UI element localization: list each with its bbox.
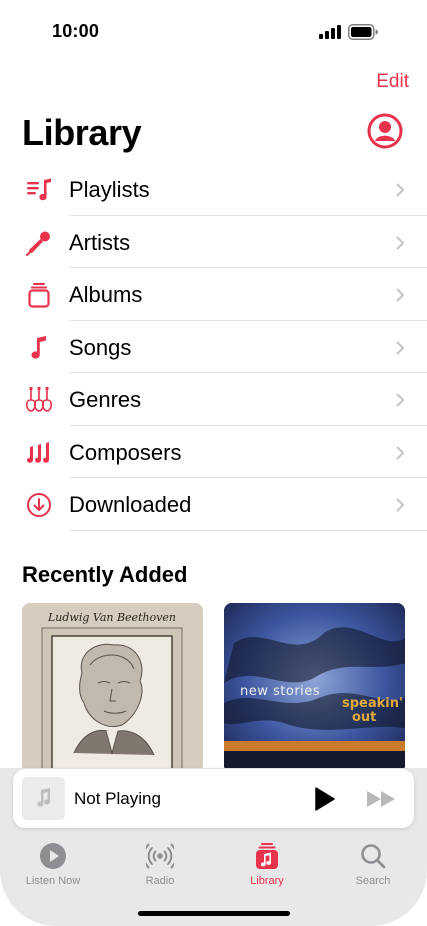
battery-icon bbox=[348, 24, 378, 40]
album-cover-text: new stories bbox=[240, 684, 320, 699]
chevron-right-icon bbox=[396, 393, 404, 407]
library-item-downloaded[interactable]: Downloaded bbox=[0, 478, 427, 531]
tab-label: Listen Now bbox=[25, 875, 81, 887]
profile-icon[interactable] bbox=[367, 113, 403, 149]
library-item-label: Playlists bbox=[69, 177, 150, 202]
library-item-label: Downloaded bbox=[69, 492, 192, 517]
search-icon bbox=[361, 844, 386, 869]
library-item-albums[interactable]: Albums bbox=[0, 268, 427, 321]
chevron-right-icon bbox=[396, 446, 404, 459]
library-item-songs[interactable]: Songs bbox=[0, 321, 427, 373]
album-stack-icon bbox=[28, 283, 50, 308]
edit-button[interactable]: Edit bbox=[376, 71, 409, 93]
tab-radio[interactable]: Radio bbox=[118, 842, 202, 892]
album-cover-text: Ludwig Van Beethoven bbox=[47, 611, 176, 624]
chevron-right-icon bbox=[396, 183, 404, 197]
library-item-artists[interactable]: Artists bbox=[0, 216, 427, 268]
mini-player[interactable]: Not Playing bbox=[13, 769, 414, 828]
library-item-genres[interactable]: Genres bbox=[0, 373, 427, 426]
home-indicator[interactable] bbox=[138, 911, 290, 916]
play-icon[interactable] bbox=[313, 786, 337, 812]
signal-icon bbox=[319, 25, 341, 39]
mini-player-title: Not Playing bbox=[74, 789, 161, 808]
album-card-beethoven[interactable]: Ludwig Van Beethoven bbox=[22, 603, 203, 773]
radio-waves-icon bbox=[146, 843, 174, 869]
album-cover-text: speakin' bbox=[342, 696, 403, 711]
library-item-label: Composers bbox=[69, 439, 182, 465]
library-item-label: Genres bbox=[69, 387, 142, 412]
tab-label: Radio bbox=[145, 875, 175, 887]
chevron-right-icon bbox=[396, 498, 404, 512]
library-icon bbox=[256, 843, 278, 869]
chevron-right-icon bbox=[396, 288, 404, 302]
library-item-label: Albums bbox=[69, 282, 143, 307]
forward-icon[interactable] bbox=[365, 789, 399, 809]
tab-listen-now[interactable]: Listen Now bbox=[11, 842, 95, 892]
list-separator bbox=[69, 529, 427, 531]
tab-search[interactable]: Search bbox=[331, 842, 415, 892]
chevron-right-icon bbox=[396, 341, 404, 354]
download-circle-icon bbox=[27, 493, 51, 517]
mini-player-artwork bbox=[22, 777, 65, 820]
album-card-new-stories[interactable]: new stories speakin' out bbox=[224, 603, 405, 773]
page-title: Library bbox=[22, 112, 142, 153]
playlist-icon bbox=[27, 178, 51, 201]
microphone-icon bbox=[26, 231, 50, 256]
album-cover-text: out bbox=[352, 710, 376, 725]
play-circle-icon bbox=[40, 843, 66, 869]
album-art-beethoven: Ludwig Van Beethoven bbox=[22, 603, 203, 773]
tab-library[interactable]: Library bbox=[225, 842, 309, 892]
notes-icon bbox=[27, 441, 50, 463]
tab-label: Search bbox=[355, 875, 391, 887]
album-art-new-stories: new stories speakin' out bbox=[224, 603, 405, 773]
library-item-label: Artists bbox=[69, 229, 131, 255]
library-item-playlists[interactable]: Playlists bbox=[0, 163, 427, 216]
tab-label: Library bbox=[250, 875, 284, 887]
status-time: 10:00 bbox=[52, 21, 100, 41]
guitars-icon bbox=[25, 387, 53, 412]
music-note-placeholder-icon bbox=[37, 788, 50, 807]
library-list: Playlists Artists Albums Songs Genres Co… bbox=[0, 163, 427, 531]
status-bar: 10:00 bbox=[0, 0, 427, 60]
chevron-right-icon bbox=[396, 236, 404, 249]
library-item-composers[interactable]: Composers bbox=[0, 426, 427, 478]
section-title-recently-added: Recently Added bbox=[22, 562, 188, 587]
library-item-label: Songs bbox=[69, 334, 132, 360]
music-note-icon bbox=[31, 335, 46, 359]
